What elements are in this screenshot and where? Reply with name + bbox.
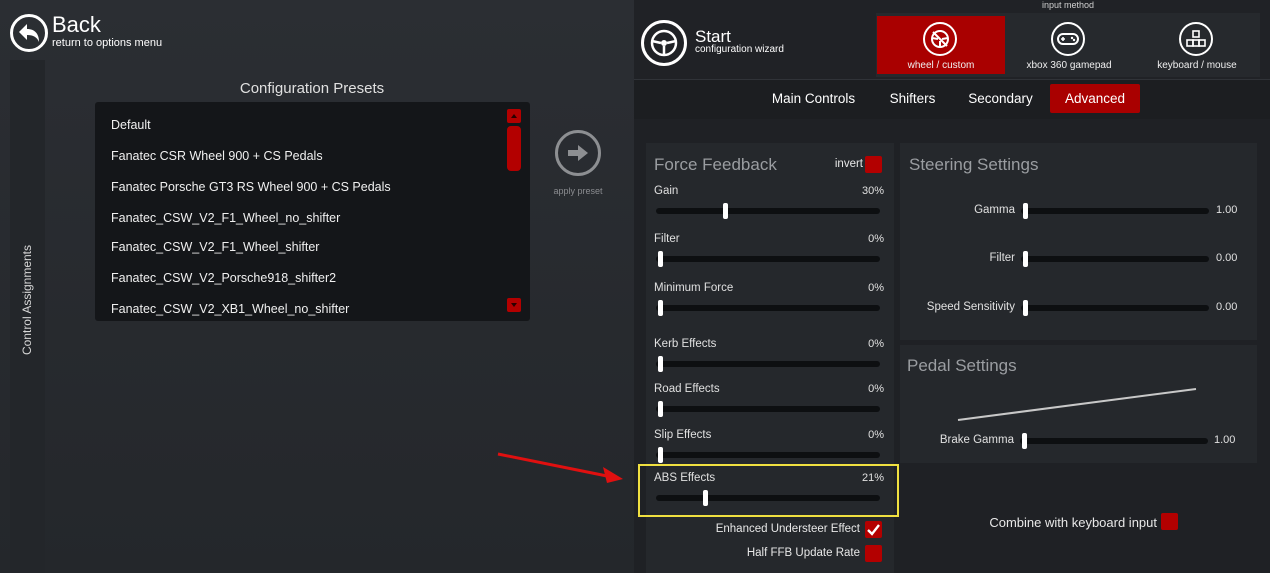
steering-filter-label: Filter	[989, 252, 1015, 264]
ffb-minimum-force-value: 0%	[868, 282, 884, 294]
ffb-slip-effects-slider[interactable]	[656, 452, 880, 458]
tab-main-controls[interactable]: Main Controls	[760, 84, 867, 113]
ffb-slip-effects-label: Slip Effects	[654, 429, 712, 441]
scrollbar-thumb[interactable]	[507, 126, 521, 171]
pedal-brake-gamma-label: Brake Gamma	[939, 434, 1014, 446]
brake-gamma-curve	[957, 388, 1197, 421]
steering-gamma-label: Gamma	[974, 204, 1015, 216]
ffb-road-effects-value: 0%	[868, 383, 884, 395]
presets-title: Configuration Presets	[239, 80, 385, 97]
invert-checkbox[interactable]	[865, 156, 882, 173]
steering-gamma-value: 1.00	[1216, 204, 1238, 216]
steering-filter-slider[interactable]	[1021, 256, 1209, 262]
steering-gamma-slider-thumb[interactable]	[1023, 203, 1028, 219]
start-wizard-button[interactable]	[641, 20, 687, 66]
ffb-road-effects-slider[interactable]	[656, 406, 880, 412]
ffb-filter-value: 0%	[868, 233, 884, 245]
ffb-slip-effects-slider-thumb[interactable]	[658, 447, 663, 463]
arrow-right-icon	[568, 145, 588, 161]
steering-wheel-icon	[650, 29, 678, 57]
apply-preset-label: apply preset	[553, 186, 603, 196]
scroll-up-button[interactable]	[507, 109, 521, 123]
annotation-arrow	[497, 452, 623, 483]
preset-item[interactable]: Fanatec CSR Wheel 900 + CS Pedals	[111, 149, 323, 163]
ffb-kerb-effects-value: 0%	[868, 338, 884, 350]
input-wheel-label: wheel / custom	[907, 60, 975, 71]
ffb-road-effects-slider-thumb[interactable]	[658, 401, 663, 417]
steering-gamma-slider[interactable]	[1021, 208, 1209, 214]
control-assignments-label: Control Assignments	[20, 244, 34, 356]
invert-label: invert	[834, 158, 863, 170]
half-ffb-label: Half FFB Update Rate	[746, 547, 860, 559]
steering-speed-sensitivity-slider[interactable]	[1021, 305, 1209, 311]
steering-title: Steering Settings	[909, 155, 1039, 174]
ffb-kerb-effects-slider[interactable]	[656, 361, 880, 367]
steering-speed-sensitivity-label: Speed Sensitivity	[926, 301, 1015, 313]
ffb-kerb-effects-slider-thumb[interactable]	[658, 356, 663, 372]
ffb-minimum-force-label: Minimum Force	[654, 282, 734, 294]
pedal-brake-gamma-slider-thumb[interactable]	[1022, 433, 1027, 449]
ffb-road-effects-label: Road Effects	[654, 383, 720, 395]
preset-item[interactable]: Fanatec_CSW_V2_XB1_Wheel_no_shifter	[111, 302, 349, 316]
pedal-brake-gamma-value: 1.00	[1214, 434, 1236, 446]
input-keyboard-label: keyboard / mouse	[1157, 60, 1237, 71]
back-arrow-icon	[10, 14, 48, 52]
back-title: Back	[52, 12, 101, 37]
half-ffb-checkbox[interactable]	[865, 545, 882, 562]
tab-advanced[interactable]: Advanced	[1050, 84, 1140, 113]
preset-item[interactable]: Fanatec Porsche GT3 RS Wheel 900 + CS Pe…	[111, 180, 391, 194]
pedal-brake-gamma-slider[interactable]	[1020, 438, 1208, 444]
tab-shifters[interactable]: Shifters	[879, 84, 946, 113]
combine-keyboard-checkbox[interactable]	[1161, 513, 1178, 530]
ffb-filter-label: Filter	[654, 233, 680, 245]
tab-bar	[634, 79, 1270, 119]
tab-secondary[interactable]: Secondary	[959, 84, 1042, 113]
input-gamepad-button[interactable]: xbox 360 gamepad	[1005, 16, 1133, 74]
pedal-title: Pedal Settings	[907, 356, 1017, 375]
ffb-kerb-effects-label: Kerb Effects	[654, 338, 717, 350]
keyboard-icon	[1179, 22, 1213, 56]
preset-item[interactable]: Default	[111, 118, 151, 132]
back-subtitle: return to options menu	[52, 37, 163, 49]
gamepad-icon	[1051, 22, 1085, 56]
ffb-minimum-force-slider-thumb[interactable]	[658, 300, 663, 316]
preset-item[interactable]: Fanatec_CSW_V2_F1_Wheel_no_shifter	[111, 211, 340, 225]
ffb-gain-value: 30%	[861, 185, 884, 197]
input-method-label: input method	[1041, 0, 1095, 10]
steering-wheel-icon	[923, 22, 957, 56]
ffb-gain-label: Gain	[654, 185, 679, 197]
steering-filter-value: 0.00	[1216, 252, 1238, 264]
steering-speed-sensitivity-slider-thumb[interactable]	[1023, 300, 1028, 316]
steering-filter-slider-thumb[interactable]	[1023, 251, 1028, 267]
preset-item[interactable]: Fanatec_CSW_V2_Porsche918_shifter2	[111, 271, 336, 285]
force-feedback-title: Force Feedback	[654, 155, 777, 174]
enhanced-understeer-label: Enhanced Understeer Effect	[715, 523, 860, 535]
enhanced-understeer-checkbox[interactable]	[865, 521, 882, 538]
input-gamepad-label: xbox 360 gamepad	[1026, 60, 1112, 71]
input-keyboard-button[interactable]: keyboard / mouse	[1133, 16, 1261, 74]
preset-item[interactable]: Fanatec_CSW_V2_F1_Wheel_shifter	[111, 240, 319, 254]
presets-list[interactable]: Default Fanatec CSR Wheel 900 + CS Pedal…	[95, 102, 530, 321]
steering-speed-sensitivity-value: 0.00	[1216, 301, 1238, 313]
apply-preset-button[interactable]	[555, 130, 601, 176]
scroll-down-button[interactable]	[507, 298, 521, 312]
input-wheel-button[interactable]: wheel / custom	[877, 16, 1005, 74]
combine-keyboard-label: Combine with keyboard input	[989, 515, 1157, 530]
highlight-box	[638, 464, 899, 517]
ffb-gain-slider-thumb[interactable]	[722, 203, 728, 219]
start-subtitle: configuration wizard	[695, 44, 784, 55]
checkmark-icon	[867, 524, 880, 536]
ffb-filter-slider-thumb[interactable]	[658, 251, 663, 267]
